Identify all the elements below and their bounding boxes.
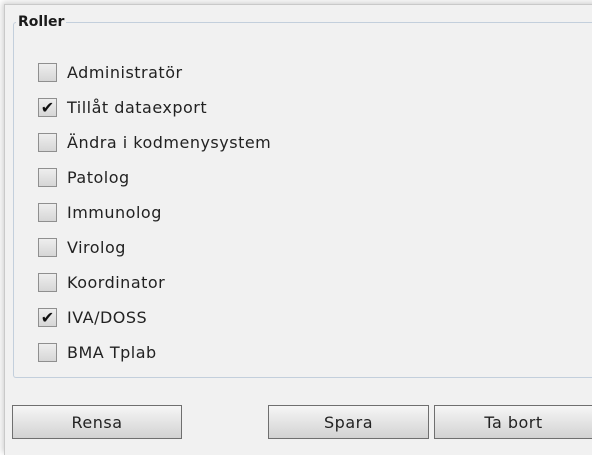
role-label-administrator: Administratör <box>67 63 183 82</box>
role-item-iva-doss[interactable]: ✔ IVA/DOSS <box>38 306 271 329</box>
role-label-immunolog: Immunolog <box>67 203 162 222</box>
role-item-immunolog[interactable]: Immunolog <box>38 201 271 224</box>
role-checkbox-bma-tplab[interactable] <box>38 343 57 362</box>
role-label-andra-i-kodmenysystem: Ändra i kodmenysystem <box>67 133 272 152</box>
role-checkbox-patolog[interactable] <box>38 168 57 187</box>
role-checkbox-administrator[interactable] <box>38 63 57 82</box>
role-label-bma-tplab: BMA Tplab <box>67 343 157 362</box>
delete-button[interactable]: Ta bort <box>434 405 592 439</box>
role-label-iva-doss: IVA/DOSS <box>67 308 148 327</box>
clear-button[interactable]: Rensa <box>12 405 182 439</box>
role-list: Administratör ✔ Tillåt dataexport Ändra … <box>38 61 271 376</box>
role-checkbox-andra-i-kodmenysystem[interactable] <box>38 133 57 152</box>
role-item-tillat-dataexport[interactable]: ✔ Tillåt dataexport <box>38 96 271 119</box>
role-item-koordinator[interactable]: Koordinator <box>38 271 271 294</box>
role-label-virolog: Virolog <box>67 238 126 257</box>
role-checkbox-iva-doss[interactable]: ✔ <box>38 308 57 327</box>
role-label-koordinator: Koordinator <box>67 273 166 292</box>
role-item-bma-tplab[interactable]: BMA Tplab <box>38 341 271 364</box>
button-row: Rensa Spara Ta bort <box>0 405 592 439</box>
role-checkbox-koordinator[interactable] <box>38 273 57 292</box>
role-label-patolog: Patolog <box>67 168 130 187</box>
role-item-patolog[interactable]: Patolog <box>38 166 271 189</box>
roles-legend: Roller <box>18 14 65 30</box>
role-item-andra-i-kodmenysystem[interactable]: Ändra i kodmenysystem <box>38 131 271 154</box>
role-item-administrator[interactable]: Administratör <box>38 61 271 84</box>
save-button[interactable]: Spara <box>268 405 429 439</box>
role-item-virolog[interactable]: Virolog <box>38 236 271 259</box>
role-checkbox-tillat-dataexport[interactable]: ✔ <box>38 98 57 117</box>
role-checkbox-immunolog[interactable] <box>38 203 57 222</box>
role-label-tillat-dataexport: Tillåt dataexport <box>67 98 208 117</box>
role-checkbox-virolog[interactable] <box>38 238 57 257</box>
